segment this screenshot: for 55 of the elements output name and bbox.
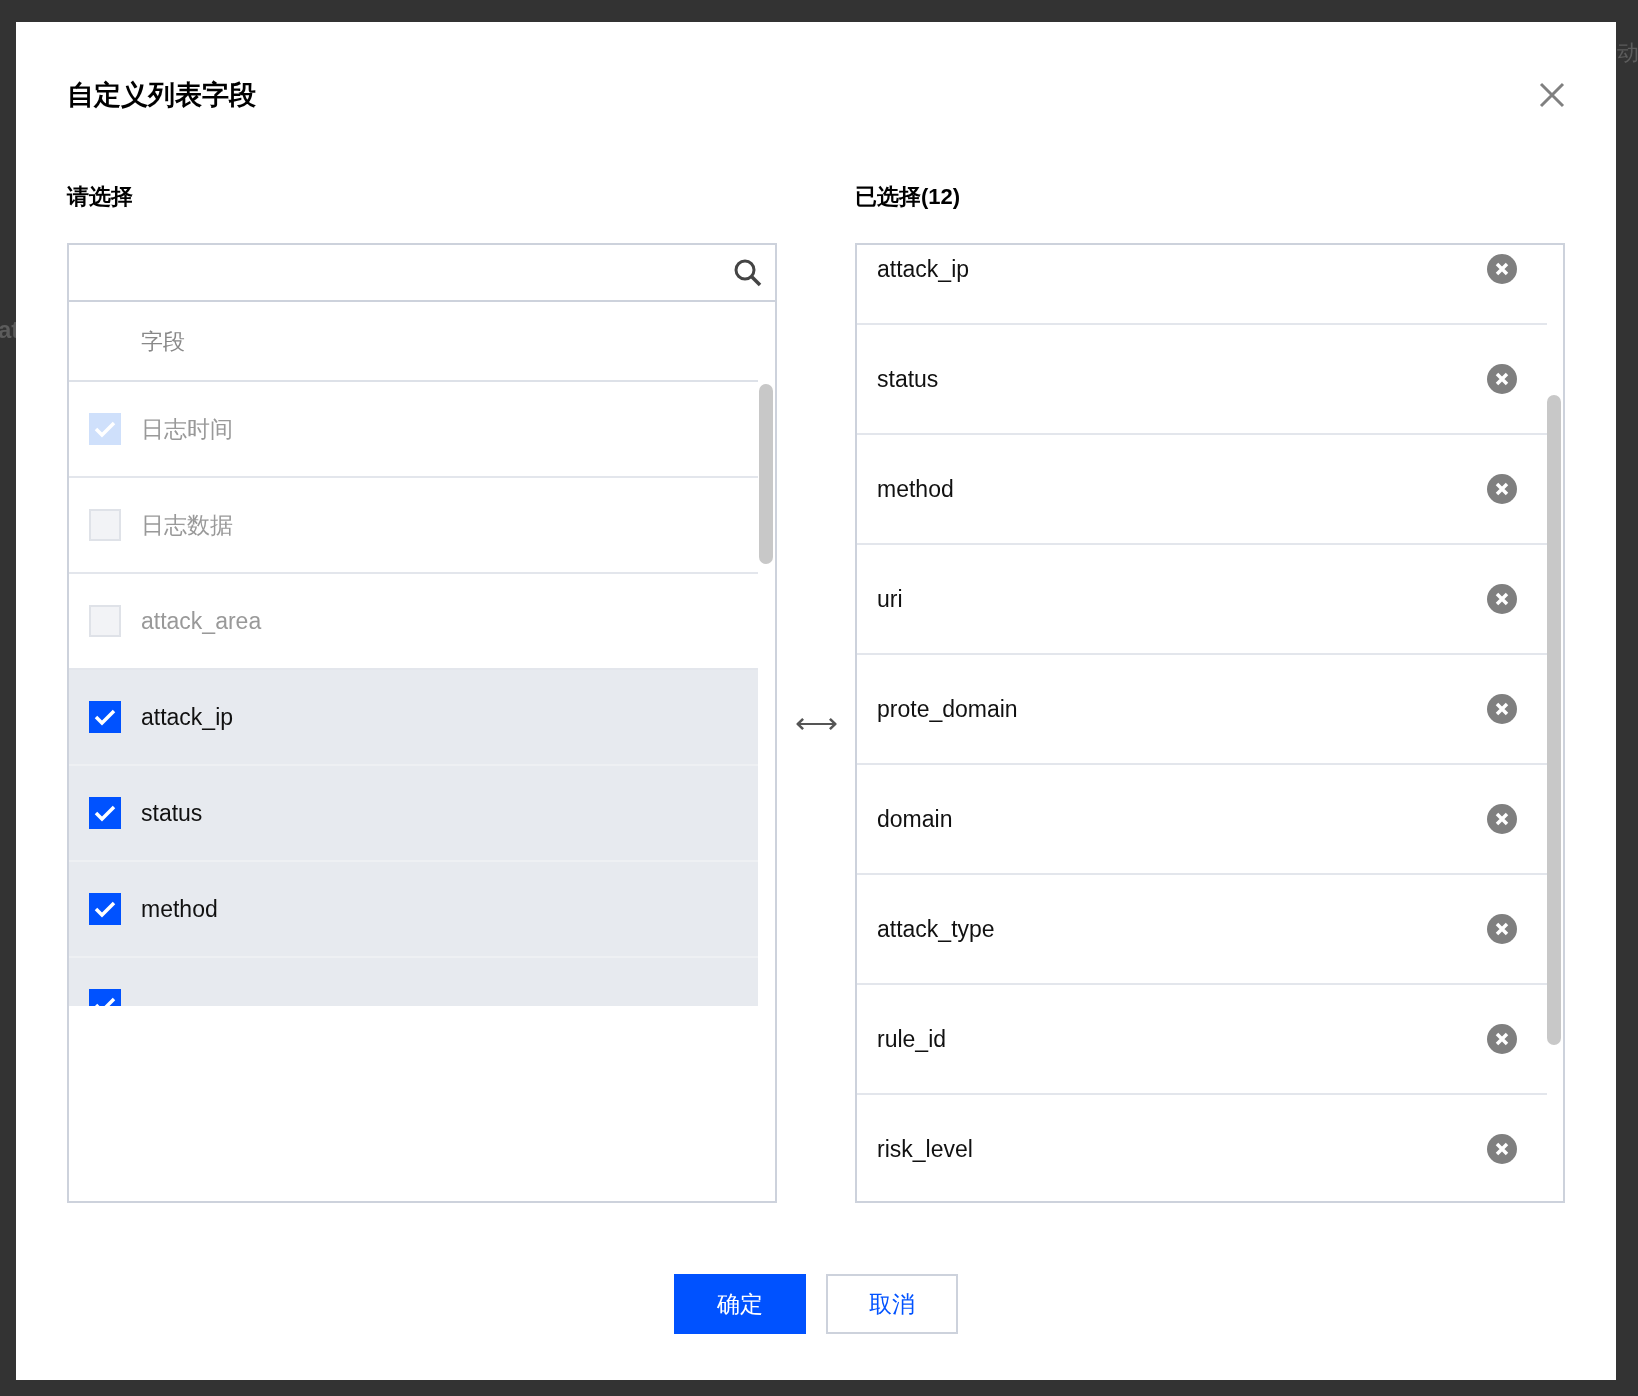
check-icon	[94, 420, 116, 438]
field-label: status	[141, 798, 203, 828]
close-icon	[1539, 82, 1565, 108]
field-label: method	[141, 894, 218, 924]
close-icon	[1495, 1032, 1509, 1046]
checkbox[interactable]	[89, 701, 121, 733]
remove-button[interactable]	[1487, 584, 1517, 614]
remove-button[interactable]	[1487, 804, 1517, 834]
field-label: method	[877, 474, 954, 504]
remove-button[interactable]	[1487, 914, 1517, 944]
checkbox[interactable]	[89, 893, 121, 925]
close-icon	[1495, 482, 1509, 496]
cancel-button[interactable]: 取消	[826, 1274, 958, 1334]
remove-button[interactable]	[1487, 1134, 1517, 1164]
swap-arrow-icon: ⟷	[794, 708, 838, 738]
list-row[interactable]: method	[69, 862, 758, 958]
close-icon	[1495, 922, 1509, 936]
scrollbar-thumb[interactable]	[1547, 395, 1561, 1045]
close-button[interactable]	[1537, 80, 1567, 110]
remove-button[interactable]	[1487, 254, 1517, 284]
search-icon[interactable]	[733, 257, 763, 288]
field-label: 日志时间	[141, 414, 233, 444]
field-label: rule_id	[877, 1024, 947, 1054]
remove-button[interactable]	[1487, 1024, 1517, 1054]
check-icon	[94, 900, 116, 918]
close-icon	[1495, 592, 1509, 606]
close-icon	[1495, 372, 1509, 386]
close-icon	[1495, 702, 1509, 716]
field-label: 日志数据	[141, 510, 233, 540]
field-label: domain	[877, 804, 953, 834]
field-label: status	[877, 364, 939, 394]
remove-button[interactable]	[1487, 364, 1517, 394]
list-row[interactable]: status	[69, 766, 758, 862]
field-label: attack_ip	[877, 254, 970, 284]
close-icon	[1495, 262, 1509, 276]
list-row[interactable]: attack_ip	[69, 670, 758, 766]
close-icon	[1495, 812, 1509, 826]
check-icon	[94, 708, 116, 726]
section-label: 已选择(12)	[855, 183, 962, 211]
confirm-button[interactable]: 确定	[674, 1274, 806, 1334]
checkbox[interactable]	[89, 797, 121, 829]
close-icon	[1495, 1142, 1509, 1156]
field-label: prote_domain	[877, 694, 1018, 724]
remove-button[interactable]	[1487, 694, 1517, 724]
field-label: attack_type	[877, 914, 995, 944]
check-icon	[94, 804, 116, 822]
column-header: 字段	[141, 327, 185, 356]
dialog-title: 自定义列表字段	[67, 78, 256, 112]
scrollbar-thumb[interactable]	[759, 384, 773, 564]
remove-button[interactable]	[1487, 474, 1517, 504]
section-label: 请选择	[67, 183, 134, 211]
field-label: risk_level	[877, 1134, 973, 1164]
field-label: attack_area	[141, 606, 262, 636]
field-label: attack_ip	[141, 702, 234, 732]
field-label: uri	[877, 584, 903, 614]
